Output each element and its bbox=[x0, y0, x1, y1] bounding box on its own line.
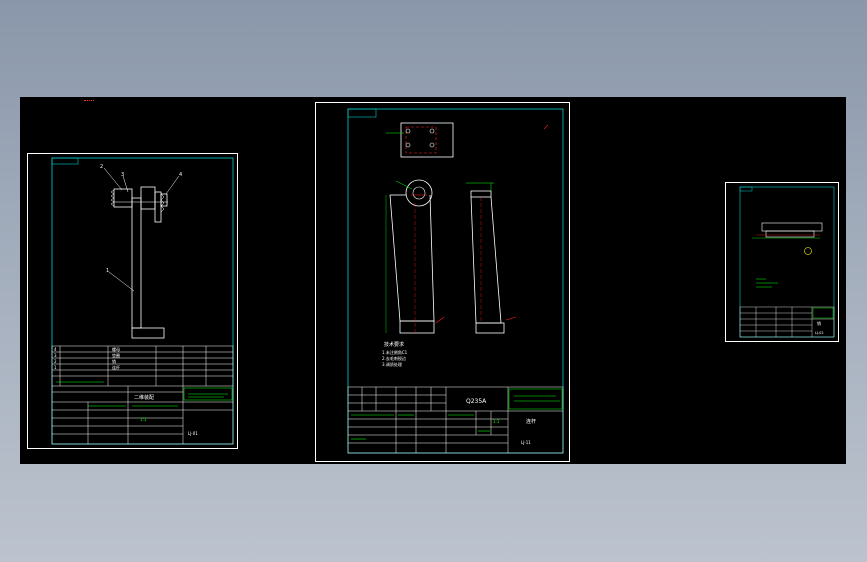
small-title: 销 bbox=[817, 320, 821, 326]
notes-heading: 技术要求 bbox=[384, 341, 404, 348]
balloon-3: 3 bbox=[121, 172, 124, 178]
bom-name-2: 销 bbox=[112, 358, 116, 364]
balloon-2: 2 bbox=[100, 164, 103, 170]
balloon-4: 4 bbox=[179, 172, 182, 178]
sheet-assembly[interactable]: 2 3 4 1 4 3 2 1 螺母 垫圈 销 连杆 二维装配 1:1 LJ-0… bbox=[27, 153, 238, 449]
part-material: Q235A bbox=[466, 398, 487, 405]
assembly-scale: 1:1 bbox=[140, 417, 147, 422]
balloon-1: 1 bbox=[106, 268, 109, 274]
svg-text:3: 3 bbox=[54, 353, 57, 358]
bom-name-3: 垫圈 bbox=[112, 352, 120, 358]
small-drawing-no: LJ-02 bbox=[815, 331, 824, 335]
small-drawing: 销 LJ-02 bbox=[739, 186, 835, 338]
svg-text:4: 4 bbox=[54, 347, 57, 352]
assembly-drawing: 2 3 4 1 4321 螺母 垫圈 销 连杆 二维装配 1:1 LJ-01 bbox=[51, 157, 234, 445]
sheet-small[interactable]: 销 LJ-02 bbox=[725, 182, 839, 342]
part-drawing: 技术要求 1.未注倒角C1 2.去毛刺锐边 3.调质处理 Q235A 连杆 LJ… bbox=[347, 108, 564, 454]
part-title: 连杆 bbox=[526, 418, 536, 425]
note-3: 3.调质处理 bbox=[382, 361, 402, 367]
note-2: 2.去毛刺锐边 bbox=[382, 355, 406, 361]
part-scale: 1:1 bbox=[493, 419, 500, 424]
bom-name-1: 连杆 bbox=[112, 364, 120, 370]
assembly-title: 二维装配 bbox=[134, 394, 154, 401]
bom-name-4: 螺母 bbox=[112, 346, 120, 352]
note-1: 1.未注倒角C1 bbox=[382, 349, 408, 355]
part-drawing-no: LJ-11 bbox=[521, 440, 531, 445]
assembly-drawing-no: LJ-01 bbox=[188, 431, 198, 436]
svg-text:1: 1 bbox=[54, 365, 57, 370]
cursor-marker bbox=[84, 100, 94, 102]
svg-text:2: 2 bbox=[54, 359, 57, 364]
cad-canvas[interactable]: 2 3 4 1 4 3 2 1 螺母 垫圈 销 连杆 二维装配 1:1 LJ-0… bbox=[20, 97, 846, 464]
sheet-part[interactable]: 技术要求 1.未注倒角C1 2.去毛刺锐边 3.调质处理 Q235A 连杆 LJ… bbox=[315, 102, 570, 462]
